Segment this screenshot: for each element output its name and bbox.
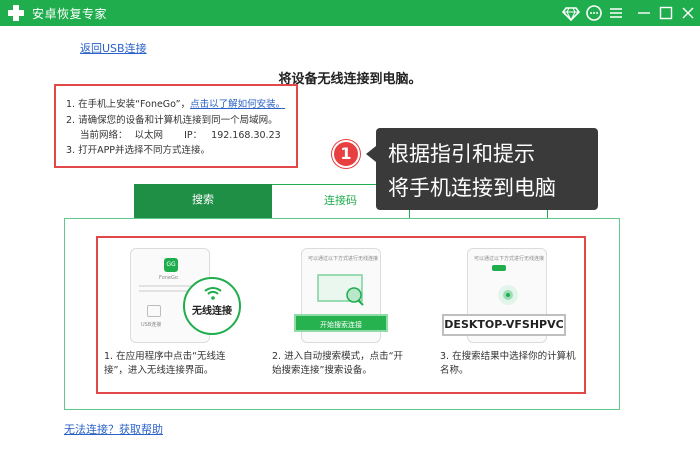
- callout-line-1: 根据指引和提示: [388, 142, 535, 166]
- radar-search-icon: [498, 285, 518, 305]
- cannot-connect-help-link[interactable]: 无法连接？获取帮助: [64, 421, 163, 437]
- step-2-description: 2. 进入自动搜索模式，点击“开始搜索连接”搜索设备。: [272, 351, 404, 376]
- wifi-icon: [204, 287, 222, 300]
- usb-icon: [147, 305, 161, 317]
- instruction-step-2: 2. 请确保您的设备和计算机连接到同一个局域网。: [66, 115, 278, 126]
- step3-phone-header: 可以通过以下方式进行无线连接: [474, 256, 545, 262]
- title-bar: 安卓恢复专家: [0, 0, 700, 26]
- minimize-icon[interactable]: [634, 3, 654, 23]
- step-number-badge: 1: [332, 140, 360, 168]
- instruction-step-3: 3. 打开APP并选择不同方式连接。: [66, 145, 211, 156]
- callout-arrow: [366, 146, 376, 162]
- fonego-app-name: FoneGo: [159, 275, 178, 281]
- close-icon[interactable]: [678, 3, 698, 23]
- network-info: 当前网络： 以太网 IP： 192.168.30.23: [80, 130, 281, 141]
- device-name-result[interactable]: DESKTOP-VFSHPVC: [442, 314, 566, 336]
- start-search-button[interactable]: 开始搜索连接: [294, 314, 388, 332]
- back-to-usb-link[interactable]: 返回USB连接: [80, 40, 147, 56]
- step2-phone-header: 可以通过以下方式进行无线连接: [308, 256, 379, 262]
- usb-connect-mini-label: USB连接: [141, 322, 162, 328]
- step-1-description: 1. 在应用程序中点击“无线连接”，进入无线连接界面。: [104, 351, 226, 376]
- fonego-app-icon: GG: [164, 258, 178, 272]
- chat-bubble-icon[interactable]: [584, 3, 604, 23]
- plus-cross-logo-icon: [8, 5, 24, 21]
- install-help-link[interactable]: 点击以了解如何安装。: [190, 99, 285, 110]
- maximize-icon[interactable]: [656, 3, 676, 23]
- window-title: 安卓恢复专家: [32, 7, 108, 21]
- step-3-description: 3. 在搜索结果中选择你的计算机名称。: [440, 351, 576, 376]
- wireless-connect-label: 无线连接: [192, 306, 232, 317]
- menu-icon[interactable]: [606, 3, 626, 23]
- tab-search[interactable]: 搜索: [134, 184, 272, 218]
- computer-search-icon: [317, 274, 364, 306]
- callout-line-2: 将手机连接到电脑: [388, 176, 556, 200]
- guide-callout: 根据指引和提示 将手机连接到电脑: [376, 128, 598, 210]
- instruction-step-1: 1. 在手机上安装“FoneGo”，点击以了解如何安装。: [66, 99, 286, 110]
- vip-diamond-icon[interactable]: [561, 3, 581, 23]
